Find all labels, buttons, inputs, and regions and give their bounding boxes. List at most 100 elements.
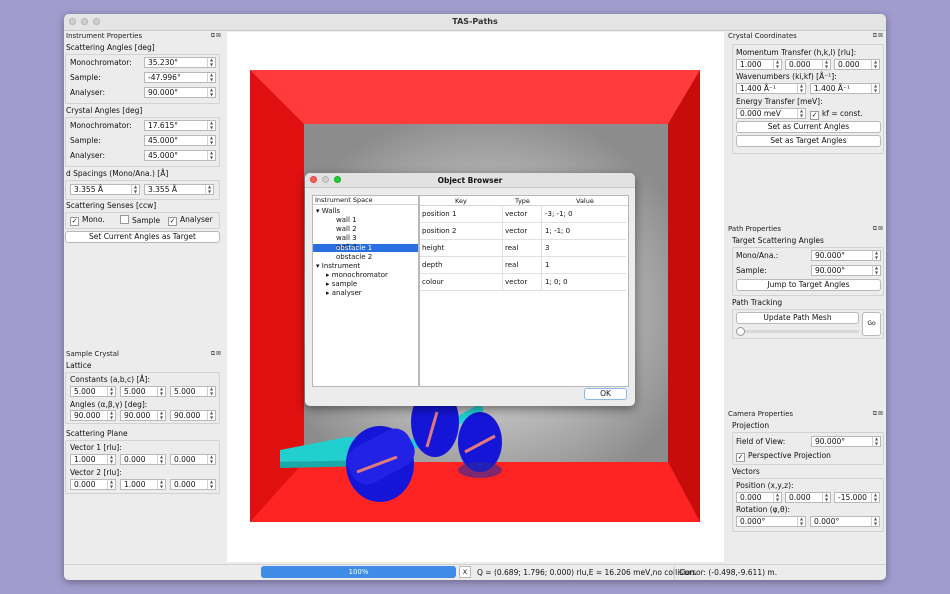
tree-item-monochromator[interactable]: ▸ monochromator bbox=[326, 271, 388, 279]
tree-item-wall1[interactable]: wall 1 bbox=[336, 216, 357, 224]
spin-arrows-icon[interactable]: ▲ ▼ bbox=[797, 108, 805, 118]
analyser-sense-checkbox[interactable]: ✓ Analyser bbox=[168, 215, 213, 226]
set-current-angles-as-target-button[interactable]: Set Current Angles as Target bbox=[65, 231, 220, 243]
spin-arrows-icon[interactable]: ▲ ▼ bbox=[107, 410, 115, 420]
constant-c-spinbox[interactable]: 5.000 ▲ ▼ bbox=[170, 386, 216, 397]
spin-arrows-icon[interactable]: ▲ ▼ bbox=[871, 492, 879, 502]
constant-a-spinbox[interactable]: 5.000 ▲ ▼ bbox=[70, 386, 116, 397]
energy-spinbox[interactable]: 0.000 meV ▲ ▼ bbox=[736, 108, 806, 119]
spin-arrows-icon[interactable]: ▲ ▼ bbox=[773, 492, 781, 502]
mono-crystal-spinbox[interactable]: 17.615° ▲ ▼ bbox=[144, 120, 216, 131]
fov-spinbox[interactable]: 90.000° ▲ ▼ bbox=[811, 436, 881, 447]
spin-arrows-icon[interactable]: ▲ ▼ bbox=[107, 386, 115, 396]
target-mono-spinbox[interactable]: 90.000° ▲ ▼ bbox=[811, 250, 881, 261]
spin-arrows-icon[interactable]: ▲ ▼ bbox=[107, 479, 115, 489]
position-z-spinbox[interactable]: -15.000 ▲ ▼ bbox=[834, 492, 880, 503]
set-as-current-angles-button[interactable]: Set as Current Angles bbox=[736, 121, 881, 133]
rotation-theta-spinbox[interactable]: 0.000° ▲ ▼ bbox=[810, 516, 880, 527]
tree-item-sample[interactable]: ▸ sample bbox=[326, 280, 357, 288]
spin-arrows-icon[interactable]: ▲ ▼ bbox=[207, 479, 215, 489]
spin-arrows-icon[interactable]: ▲ ▼ bbox=[107, 454, 115, 464]
spin-arrows-icon[interactable]: ▲ ▼ bbox=[773, 59, 781, 69]
ok-button[interactable]: OK bbox=[584, 388, 627, 400]
spin-arrows-icon[interactable]: ▲ ▼ bbox=[207, 150, 215, 160]
panel-float-close-icons[interactable]: ⧉⊠ bbox=[873, 32, 884, 40]
cell-value[interactable]: 1; -1; 0 bbox=[545, 227, 570, 235]
spin-arrows-icon[interactable]: ▲ ▼ bbox=[207, 410, 215, 420]
sample-crystal-spinbox[interactable]: 45.000° ▲ ▼ bbox=[144, 135, 216, 146]
tree-item-walls[interactable]: ▾ Walls bbox=[316, 207, 340, 215]
ki-spinbox[interactable]: 1.400 Å⁻¹ ▲ ▼ bbox=[736, 83, 806, 94]
sample-angle-spinbox[interactable]: -47.996° ▲ ▼ bbox=[144, 72, 216, 83]
vector1-z-spinbox[interactable]: 0.000 ▲ ▼ bbox=[170, 454, 216, 465]
spin-arrows-icon[interactable]: ▲ ▼ bbox=[871, 83, 879, 93]
spin-arrows-icon[interactable]: ▲ ▼ bbox=[205, 184, 213, 194]
perspective-projection-checkbox[interactable]: ✓ Perspective Projection bbox=[736, 451, 831, 462]
spin-arrows-icon[interactable]: ▲ ▼ bbox=[872, 265, 880, 275]
ana-crystal-spinbox[interactable]: 45.000° ▲ ▼ bbox=[144, 150, 216, 161]
spin-arrows-icon[interactable]: ▲ ▼ bbox=[157, 386, 165, 396]
panel-float-close-icons[interactable]: ⧉⊠ bbox=[211, 32, 222, 40]
update-path-mesh-button[interactable]: Update Path Mesh bbox=[736, 312, 859, 324]
mono-angle-spinbox[interactable]: 35.230° ▲ ▼ bbox=[144, 57, 216, 68]
collapsed-arrow-icon[interactable]: ▸ bbox=[326, 271, 330, 279]
vector2-x-spinbox[interactable]: 0.000 ▲ ▼ bbox=[70, 479, 116, 490]
path-slider-handle[interactable] bbox=[736, 327, 745, 336]
spin-arrows-icon[interactable]: ▲ ▼ bbox=[871, 59, 879, 69]
sample-sense-checkbox[interactable]: Sample bbox=[120, 215, 160, 225]
panel-float-close-icons[interactable]: ⧉⊠ bbox=[211, 350, 222, 358]
spin-arrows-icon[interactable]: ▲ ▼ bbox=[207, 135, 215, 145]
spin-arrows-icon[interactable]: ▲ ▼ bbox=[157, 454, 165, 464]
properties-table[interactable]: Key Type Value position 1 vector -3; -1;… bbox=[419, 195, 629, 387]
spin-arrows-icon[interactable]: ▲ ▼ bbox=[207, 120, 215, 130]
vector2-z-spinbox[interactable]: 0.000 ▲ ▼ bbox=[170, 479, 216, 490]
spin-arrows-icon[interactable]: ▲ ▼ bbox=[822, 492, 830, 502]
panel-float-close-icons[interactable]: ⧉⊠ bbox=[873, 410, 884, 418]
expand-arrow-icon[interactable]: ▾ bbox=[316, 262, 320, 270]
object-tree[interactable]: Instrument Space ▾ Walls wall 1 wall 2 w… bbox=[312, 195, 419, 387]
go-button[interactable]: Go bbox=[862, 312, 881, 336]
tree-item-analyser[interactable]: ▸ analyser bbox=[326, 289, 362, 297]
vector1-x-spinbox[interactable]: 1.000 ▲ ▼ bbox=[70, 454, 116, 465]
d-ana-spinbox[interactable]: 3.355 Å ▲ ▼ bbox=[144, 184, 214, 195]
cell-value[interactable]: 3 bbox=[545, 244, 549, 252]
momentum-l-spinbox[interactable]: 0.000 ▲ ▼ bbox=[834, 59, 880, 70]
rotation-phi-spinbox[interactable]: 0.000° ▲ ▼ bbox=[736, 516, 806, 527]
cell-value[interactable]: 1 bbox=[545, 261, 549, 269]
cell-value[interactable]: -3; -1; 0 bbox=[545, 210, 573, 218]
momentum-k-spinbox[interactable]: 0.000 ▲ ▼ bbox=[785, 59, 831, 70]
spin-arrows-icon[interactable]: ▲ ▼ bbox=[207, 386, 215, 396]
tree-item-instrument[interactable]: ▾ Instrument bbox=[316, 262, 360, 270]
angle-alpha-spinbox[interactable]: 90.000 ▲ ▼ bbox=[70, 410, 116, 421]
position-y-spinbox[interactable]: 0.000 ▲ ▼ bbox=[785, 492, 831, 503]
spin-arrows-icon[interactable]: ▲ ▼ bbox=[797, 516, 805, 526]
angle-beta-spinbox[interactable]: 90.000 ▲ ▼ bbox=[120, 410, 166, 421]
path-slider-track[interactable] bbox=[736, 330, 859, 333]
set-as-target-angles-button[interactable]: Set as Target Angles bbox=[736, 135, 881, 147]
spin-arrows-icon[interactable]: ▲ ▼ bbox=[822, 59, 830, 69]
tree-item-obstacle1[interactable]: obstacle 1 bbox=[336, 244, 372, 252]
cell-value[interactable]: 1; 0; 0 bbox=[545, 278, 568, 286]
position-x-spinbox[interactable]: 0.000 ▲ ▼ bbox=[736, 492, 782, 503]
expand-arrow-icon[interactable]: ▾ bbox=[316, 207, 320, 215]
kf-spinbox[interactable]: 1.400 Å⁻¹ ▲ ▼ bbox=[810, 83, 880, 94]
collapsed-arrow-icon[interactable]: ▸ bbox=[326, 289, 330, 297]
ana-angle-spinbox[interactable]: 90.000° ▲ ▼ bbox=[144, 87, 216, 98]
tree-item-obstacle2[interactable]: obstacle 2 bbox=[336, 253, 372, 261]
vector2-y-spinbox[interactable]: 1.000 ▲ ▼ bbox=[120, 479, 166, 490]
angle-gamma-spinbox[interactable]: 90.000 ▲ ▼ bbox=[170, 410, 216, 421]
spin-arrows-icon[interactable]: ▲ ▼ bbox=[872, 436, 880, 446]
panel-float-close-icons[interactable]: ⧉⊠ bbox=[873, 225, 884, 233]
spin-arrows-icon[interactable]: ▲ ▼ bbox=[872, 250, 880, 260]
tree-item-wall3[interactable]: wall 3 bbox=[336, 234, 357, 242]
vector1-y-spinbox[interactable]: 0.000 ▲ ▼ bbox=[120, 454, 166, 465]
momentum-h-spinbox[interactable]: 1.000 ▲ ▼ bbox=[736, 59, 782, 70]
constant-b-spinbox[interactable]: 5.000 ▲ ▼ bbox=[120, 386, 166, 397]
target-sample-spinbox[interactable]: 90.000° ▲ ▼ bbox=[811, 265, 881, 276]
spin-arrows-icon[interactable]: ▲ ▼ bbox=[157, 479, 165, 489]
spin-arrows-icon[interactable]: ▲ ▼ bbox=[207, 454, 215, 464]
spin-arrows-icon[interactable]: ▲ ▼ bbox=[871, 516, 879, 526]
collapsed-arrow-icon[interactable]: ▸ bbox=[326, 280, 330, 288]
spin-arrows-icon[interactable]: ▲ ▼ bbox=[131, 184, 139, 194]
kf-const-checkbox[interactable]: ✓ kf = const. bbox=[810, 109, 863, 120]
